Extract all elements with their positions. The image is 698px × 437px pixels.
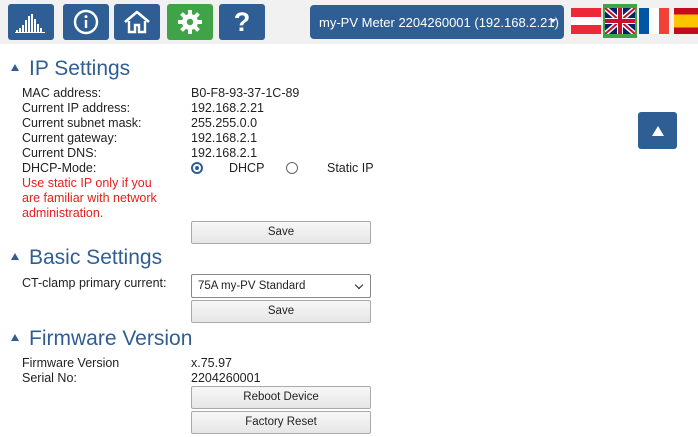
collapse-triangle-icon — [11, 64, 19, 71]
basic-settings-heading[interactable]: Basic Settings — [11, 246, 162, 270]
mac-address-label: MAC address: — [22, 86, 102, 100]
dhcp-mode-label: DHCP-Mode: — [22, 161, 97, 175]
firmware-title: Firmware Version — [29, 327, 193, 350]
dns-value: 192.168.2.1 — [191, 146, 258, 160]
ip-settings-heading[interactable]: IP Settings — [11, 57, 130, 81]
info-nav-button[interactable] — [63, 4, 109, 40]
firmware-version-value: x.75.97 — [191, 356, 233, 370]
firmware-version-label: Firmware Version — [22, 356, 120, 370]
serial-number-label: Serial No: — [22, 371, 77, 385]
ip-save-button[interactable]: Save — [191, 221, 371, 244]
ct-clamp-select-value: 75A my-PV Standard — [198, 280, 306, 292]
gateway-value: 192.168.2.1 — [191, 131, 258, 145]
static-ip-warning: Use static IP only if you are familiar w… — [22, 176, 157, 220]
spain-flag-icon — [674, 8, 698, 34]
chevron-down-icon — [354, 280, 364, 290]
home-nav-button[interactable] — [114, 4, 160, 40]
arrow-up-icon — [651, 125, 664, 136]
collapse-triangle-icon — [11, 253, 19, 260]
basic-save-button[interactable]: Save — [191, 300, 371, 323]
flag-france-button[interactable] — [639, 8, 669, 34]
basic-settings-title: Basic Settings — [29, 246, 163, 269]
caret-down-icon — [550, 19, 556, 23]
question-mark-icon: ? — [233, 6, 251, 37]
ct-clamp-label: CT-clamp primary current: — [22, 276, 167, 290]
reboot-device-button[interactable]: Reboot Device — [191, 386, 371, 409]
settings-nav-button[interactable] — [167, 4, 213, 40]
dhcp-radio-label[interactable]: DHCP — [229, 161, 264, 175]
firmware-heading[interactable]: Firmware Version — [11, 327, 192, 351]
subnet-mask-value: 255.255.0.0 — [191, 116, 258, 130]
mac-address-value: B0-F8-93-37-1C-89 — [191, 86, 300, 100]
dhcp-radio[interactable] — [191, 162, 203, 174]
subnet-mask-label: Current subnet mask: — [22, 116, 142, 130]
ct-clamp-select[interactable]: 75A my-PV Standard — [191, 274, 371, 298]
ip-settings-title: IP Settings — [29, 57, 131, 80]
info-icon — [73, 9, 99, 35]
static-ip-radio-label[interactable]: Static IP — [327, 161, 374, 175]
collapse-triangle-icon — [11, 334, 19, 341]
flag-spain-button[interactable] — [674, 8, 698, 34]
gear-icon — [178, 10, 202, 34]
austria-flag-icon — [571, 8, 601, 34]
factory-reset-button[interactable]: Factory Reset — [191, 411, 371, 434]
dns-label: Current DNS: — [22, 146, 98, 160]
top-navigation-bar: ? my-PV Meter 2204260001 (192.168.2.21) — [0, 0, 698, 44]
static-ip-radio[interactable] — [286, 162, 298, 174]
flag-austria-button[interactable] — [571, 8, 601, 34]
chart-nav-button[interactable] — [8, 4, 54, 40]
chart-icon — [15, 14, 45, 33]
gateway-label: Current gateway: — [22, 131, 118, 145]
device-select-dropdown[interactable]: my-PV Meter 2204260001 (192.168.2.21) — [310, 5, 564, 39]
serial-number-value: 2204260001 — [191, 371, 261, 385]
flag-uk-button[interactable] — [603, 4, 637, 38]
ip-address-label: Current IP address: — [22, 101, 131, 115]
ip-address-value: 192.168.2.21 — [191, 101, 264, 115]
home-icon — [124, 10, 150, 34]
france-flag-icon — [639, 8, 669, 34]
device-select-label: my-PV Meter 2204260001 (192.168.2.21) — [319, 14, 559, 30]
help-nav-button[interactable]: ? — [219, 4, 265, 40]
uk-flag-icon — [603, 6, 637, 36]
scroll-to-top-button[interactable] — [638, 112, 677, 149]
